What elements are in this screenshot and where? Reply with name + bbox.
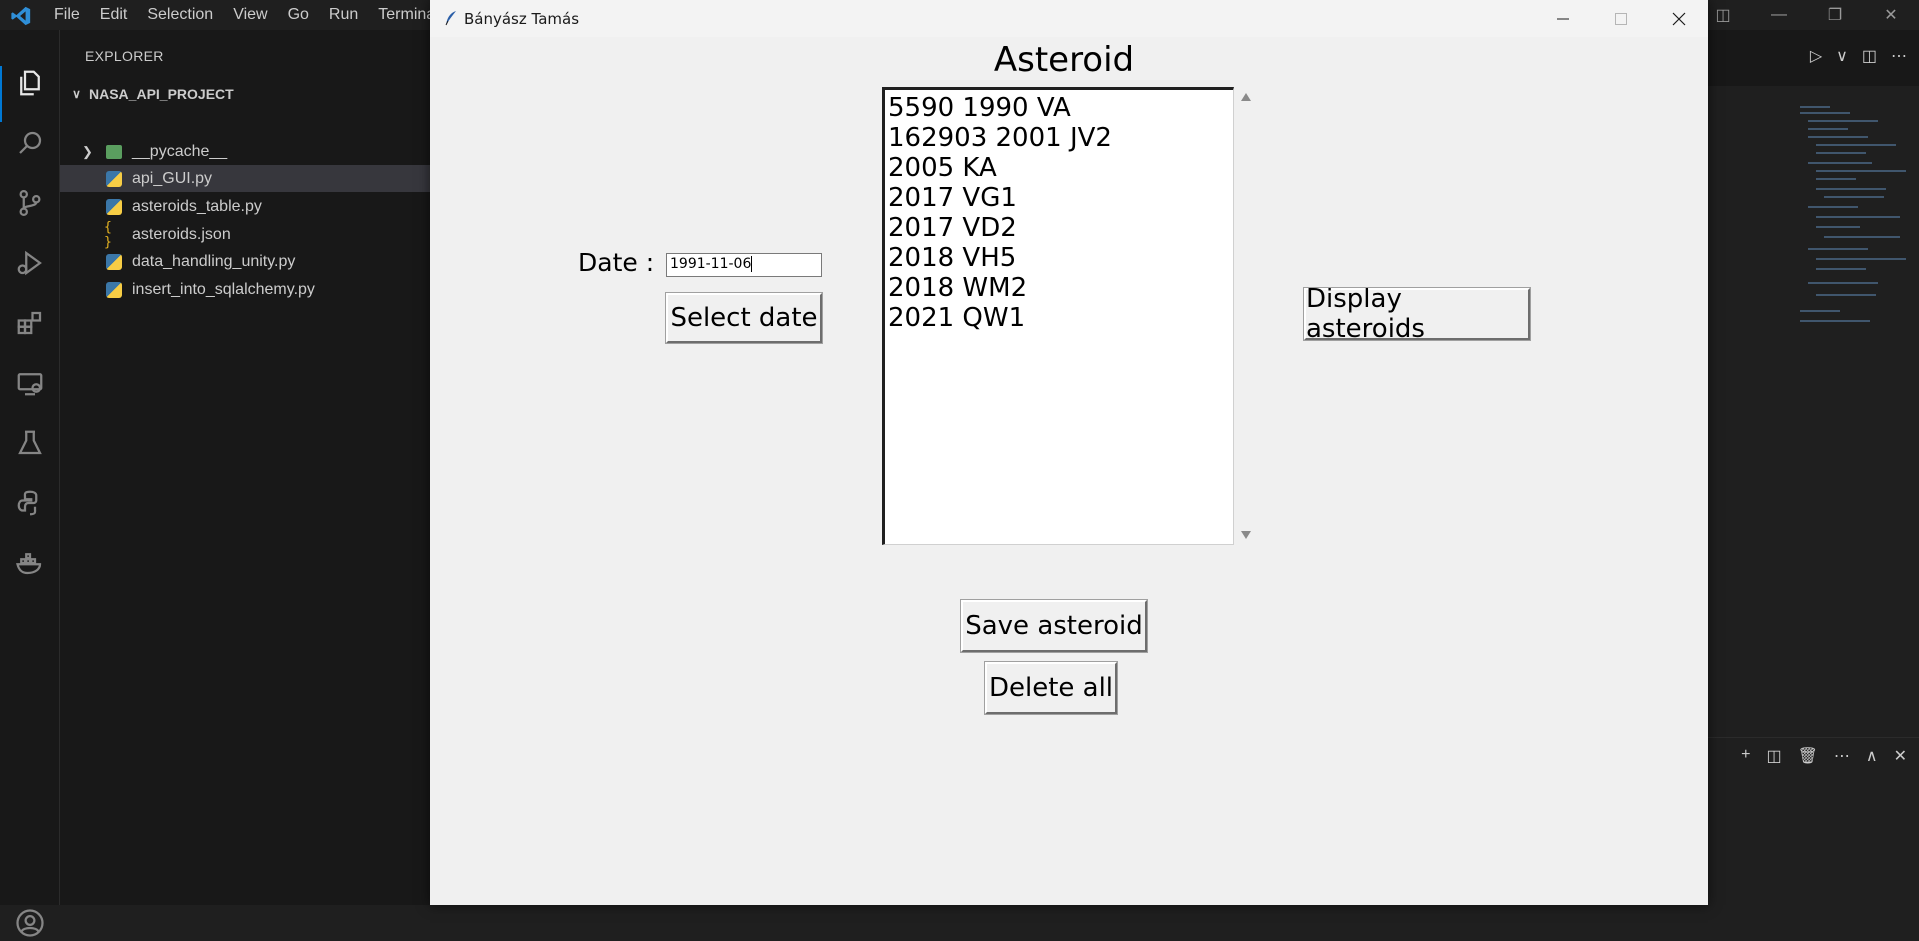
- new-terminal-icon[interactable]: +: [1741, 746, 1750, 766]
- tree-item-pycache[interactable]: ❯ __pycache__: [60, 138, 430, 165]
- project-folder[interactable]: ∨ NASA_API_PROJECT: [60, 82, 430, 106]
- app-window-title: Bányász Tamás: [464, 10, 580, 28]
- testing-icon[interactable]: [12, 425, 48, 461]
- run-file-icon[interactable]: ▷: [1810, 46, 1822, 66]
- file-name: asteroids.json: [132, 225, 231, 243]
- search-icon[interactable]: [12, 125, 48, 161]
- maximize-icon[interactable]: [1592, 0, 1650, 37]
- app-titlebar: Bányász Tamás: [430, 0, 1708, 37]
- python-file-icon: [106, 198, 122, 215]
- menu-edit[interactable]: Edit: [90, 6, 138, 24]
- asteroid-listbox[interactable]: 5590 1990 VA 162903 2001 JV2 2005 KA 201…: [882, 87, 1234, 545]
- json-file-icon: { }: [104, 219, 112, 250]
- activity-bar: [0, 30, 60, 937]
- editor-actions: ▷ ∨ ◫ ⋯: [1708, 30, 1919, 86]
- vscode-minimize-icon[interactable]: —: [1751, 6, 1807, 24]
- menu-selection[interactable]: Selection: [137, 6, 223, 24]
- python-file-icon: [106, 281, 122, 298]
- list-item[interactable]: 2021 QW1: [888, 303, 1025, 333]
- list-item[interactable]: 2005 KA: [888, 153, 997, 183]
- close-panel-icon[interactable]: ✕: [1894, 746, 1907, 766]
- scroll-up-arrow-icon[interactable]: [1241, 93, 1251, 101]
- list-item[interactable]: 2017 VG1: [888, 183, 1017, 213]
- select-date-button[interactable]: Select date: [665, 292, 823, 344]
- listbox-scrollbar[interactable]: [1237, 87, 1255, 545]
- file-name: insert_into_sqlalchemy.py: [132, 280, 315, 298]
- save-asteroid-button[interactable]: Save asteroid: [960, 599, 1148, 653]
- vscode-close-icon[interactable]: ✕: [1863, 5, 1919, 25]
- docker-icon[interactable]: [12, 545, 48, 581]
- display-asteroids-button[interactable]: Display asteroids: [1303, 284, 1531, 344]
- delete-all-button[interactable]: Delete all: [984, 661, 1118, 715]
- tree-item-asteroids-json[interactable]: { } asteroids.json: [60, 219, 430, 250]
- file-name: __pycache__: [132, 142, 228, 160]
- split-terminal-icon[interactable]: ◫: [1766, 746, 1781, 766]
- vscode-logo-icon: [11, 6, 31, 26]
- tk-feather-icon: [445, 11, 456, 26]
- trash-icon[interactable]: 🗑: [1798, 746, 1818, 766]
- close-icon[interactable]: [1650, 0, 1708, 37]
- tree-item-api-gui[interactable]: api_GUI.py: [60, 165, 430, 192]
- explorer-icon[interactable]: [12, 65, 48, 101]
- file-name: asteroids_table.py: [132, 197, 262, 215]
- folder-icon: [106, 144, 122, 159]
- minimap[interactable]: [1790, 106, 1910, 336]
- list-item[interactable]: 2018 WM2: [888, 273, 1027, 303]
- extensions-icon[interactable]: [12, 305, 48, 341]
- list-item[interactable]: 5590 1990 VA: [888, 93, 1071, 123]
- text-caret: [751, 256, 753, 272]
- tree-item-asteroids-table[interactable]: asteroids_table.py: [60, 193, 430, 220]
- minimize-icon[interactable]: [1534, 0, 1592, 37]
- chevron-right-icon: ❯: [82, 143, 93, 159]
- scroll-down-arrow-icon[interactable]: [1241, 531, 1251, 539]
- panel-toolbar: + ◫ 🗑 ⋯ ∧ ✕: [1708, 737, 1919, 773]
- chevron-down-icon: ∨: [72, 87, 81, 101]
- date-value: 1991-11-06: [670, 256, 752, 272]
- list-item[interactable]: 2018 VH5: [888, 243, 1016, 273]
- menu-view[interactable]: View: [223, 6, 277, 24]
- run-debug-icon[interactable]: [12, 245, 48, 281]
- python-file-icon: [106, 253, 122, 270]
- split-editor-icon[interactable]: ◫: [1862, 46, 1877, 66]
- list-item[interactable]: 162903 2001 JV2: [888, 123, 1112, 153]
- chevron-down-icon[interactable]: ∨: [1836, 46, 1848, 66]
- python-file-icon: [106, 170, 122, 187]
- project-name: NASA_API_PROJECT: [89, 86, 234, 102]
- editor-area: ▷ ∨ ◫ ⋯ + ◫ 🗑 ⋯ ∧ ✕: [1708, 30, 1919, 905]
- menu-go[interactable]: Go: [278, 6, 319, 24]
- maximize-panel-icon[interactable]: ∧: [1866, 746, 1878, 766]
- file-name: api_GUI.py: [132, 169, 213, 187]
- tree-item-insert-sqlalchemy[interactable]: insert_into_sqlalchemy.py: [60, 276, 430, 303]
- source-control-icon[interactable]: [12, 185, 48, 221]
- explorer-sidebar: EXPLORER ∨ NASA_API_PROJECT ❯ __pycache_…: [60, 30, 430, 905]
- list-item[interactable]: 2017 VD2: [888, 213, 1017, 243]
- vscode-restore-icon[interactable]: ❐: [1807, 5, 1863, 25]
- file-name: data_handling_unity.py: [132, 252, 296, 270]
- tree-item-data-handling[interactable]: data_handling_unity.py: [60, 248, 430, 275]
- asteroid-app-window: Bányász Tamás Asteroid name Date : 1991-…: [430, 0, 1708, 905]
- vscode-window-controls: ◫ — ❐ ✕: [1695, 0, 1919, 30]
- active-indicator: [0, 66, 2, 122]
- menu-bar: File Edit Selection View Go Run Termina: [44, 0, 445, 30]
- date-label: Date :: [578, 248, 655, 277]
- more-actions-icon[interactable]: ⋯: [1891, 46, 1907, 66]
- menu-run[interactable]: Run: [319, 6, 368, 24]
- explorer-title: EXPLORER: [85, 48, 164, 64]
- menu-file[interactable]: File: [44, 6, 90, 24]
- date-input[interactable]: 1991-11-06: [666, 253, 822, 277]
- account-icon[interactable]: [12, 905, 48, 941]
- more-actions-icon[interactable]: ⋯: [1834, 746, 1850, 766]
- remote-explorer-icon[interactable]: [12, 365, 48, 401]
- python-icon[interactable]: [12, 485, 48, 521]
